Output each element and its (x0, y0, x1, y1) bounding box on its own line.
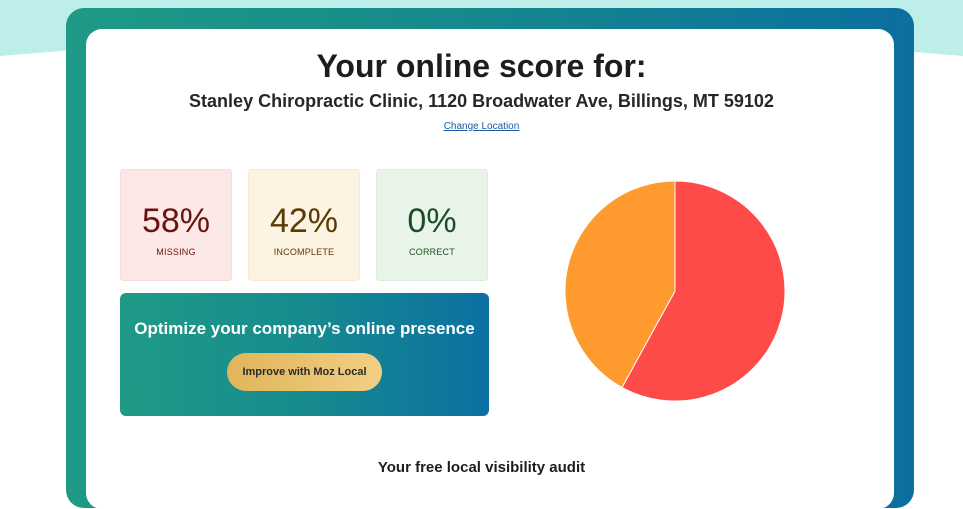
stat-missing: 58% MISSING (120, 169, 232, 281)
promo-text: Optimize your company’s online presence (134, 319, 475, 338)
page-title: Your online score for: (316, 48, 647, 84)
audit-heading: Your free local visibility audit (377, 459, 586, 476)
stat-incomplete-label: INCOMPLETE (273, 247, 335, 257)
stat-incomplete: 42% INCOMPLETE (248, 169, 360, 281)
stat-incomplete-value: 42% (269, 202, 339, 240)
improve-with-moz-local-button[interactable]: Improve with Moz Local (227, 353, 382, 391)
stat-missing-label: MISSING (156, 247, 196, 257)
business-address: Stanley Chiropractic Clinic, 1120 Broadw… (189, 91, 774, 111)
stat-correct-label: CORRECT (409, 247, 455, 257)
score-pie-chart (564, 180, 786, 402)
stat-missing-value: 58% (141, 202, 211, 240)
change-location-link[interactable]: Change Location (0, 121, 963, 132)
stat-correct-value: 0% (407, 202, 457, 240)
stat-correct: 0% CORRECT (376, 169, 488, 281)
promo-banner: Optimize your company’s online presence … (120, 293, 489, 416)
